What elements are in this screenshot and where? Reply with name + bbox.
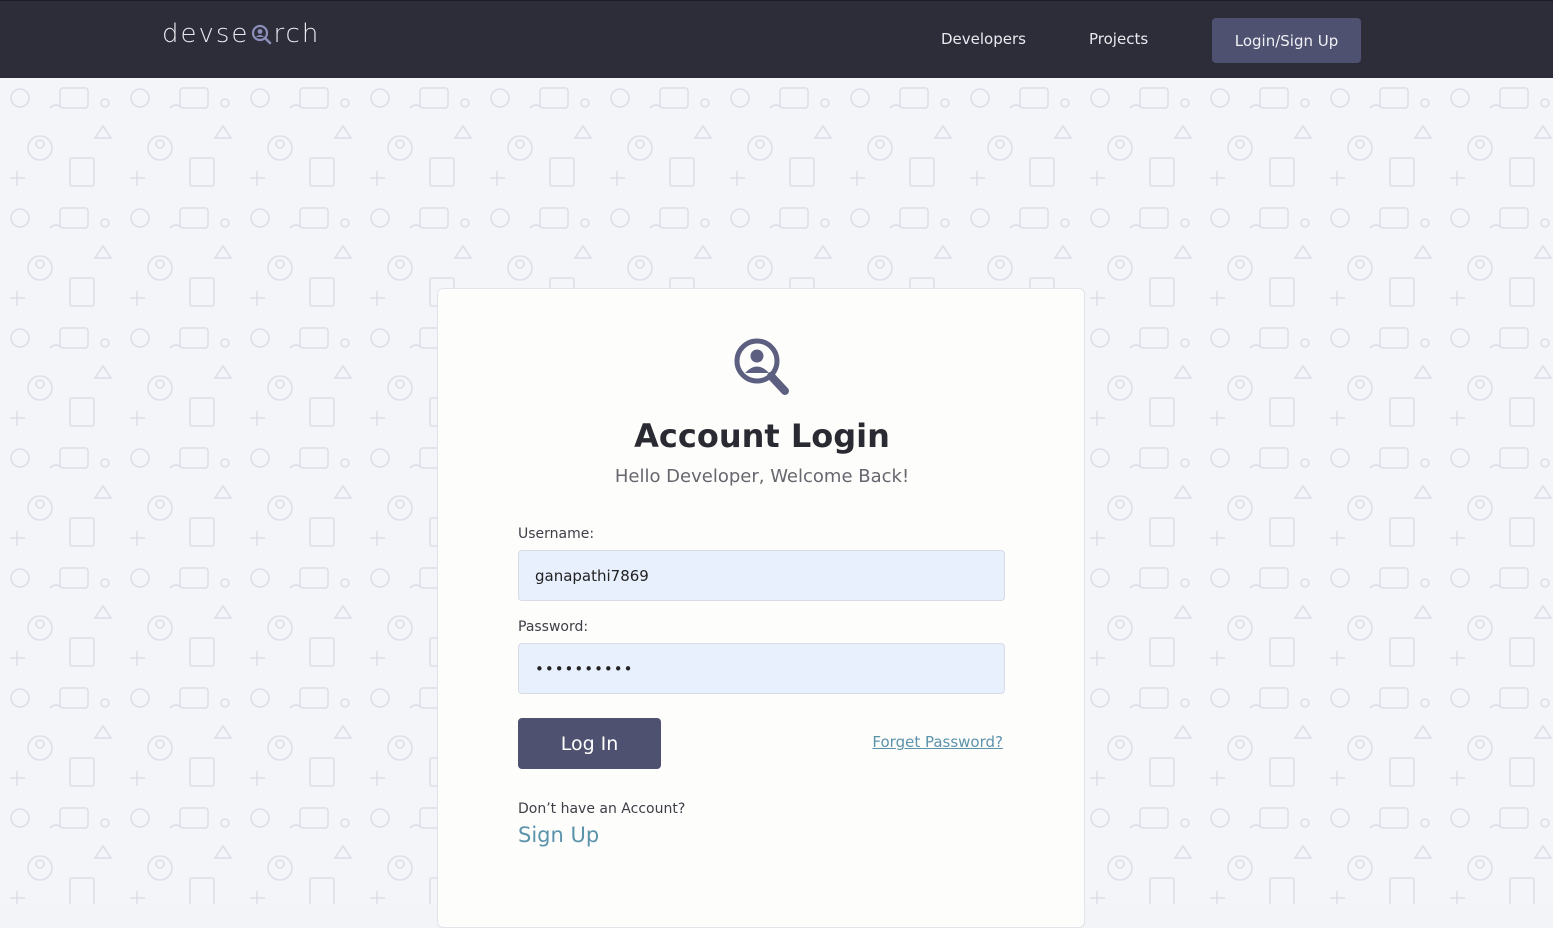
login-card: Account Login Hello Developer, Welcome B… (437, 288, 1085, 928)
nav-developers-link[interactable]: Developers (941, 30, 1026, 48)
nav-projects-link[interactable]: Projects (1089, 30, 1148, 48)
password-label: Password: (518, 619, 589, 635)
login-signup-button[interactable]: Login/Sign Up (1212, 18, 1361, 63)
logo[interactable]: devse rch (162, 19, 320, 49)
top-navbar: devse rch Developers Projects Login/Sign… (0, 0, 1553, 78)
logo-text-left: devse (162, 19, 250, 49)
magnifier-user-icon (250, 22, 272, 46)
login-button[interactable]: Log In (518, 718, 661, 769)
logo-text-right: rch (273, 19, 321, 49)
magnifier-user-icon (733, 337, 791, 397)
username-label: Username: (518, 526, 595, 542)
username-input[interactable] (518, 550, 1005, 601)
page-title: Account Login (634, 417, 890, 455)
page-subtitle: Hello Developer, Welcome Back! (614, 466, 910, 487)
password-input[interactable] (518, 643, 1005, 694)
signup-link[interactable]: Sign Up (518, 823, 599, 847)
forgot-password-link[interactable]: Forget Password? (872, 733, 1003, 751)
no-account-text: Don’t have an Account? (518, 801, 686, 817)
